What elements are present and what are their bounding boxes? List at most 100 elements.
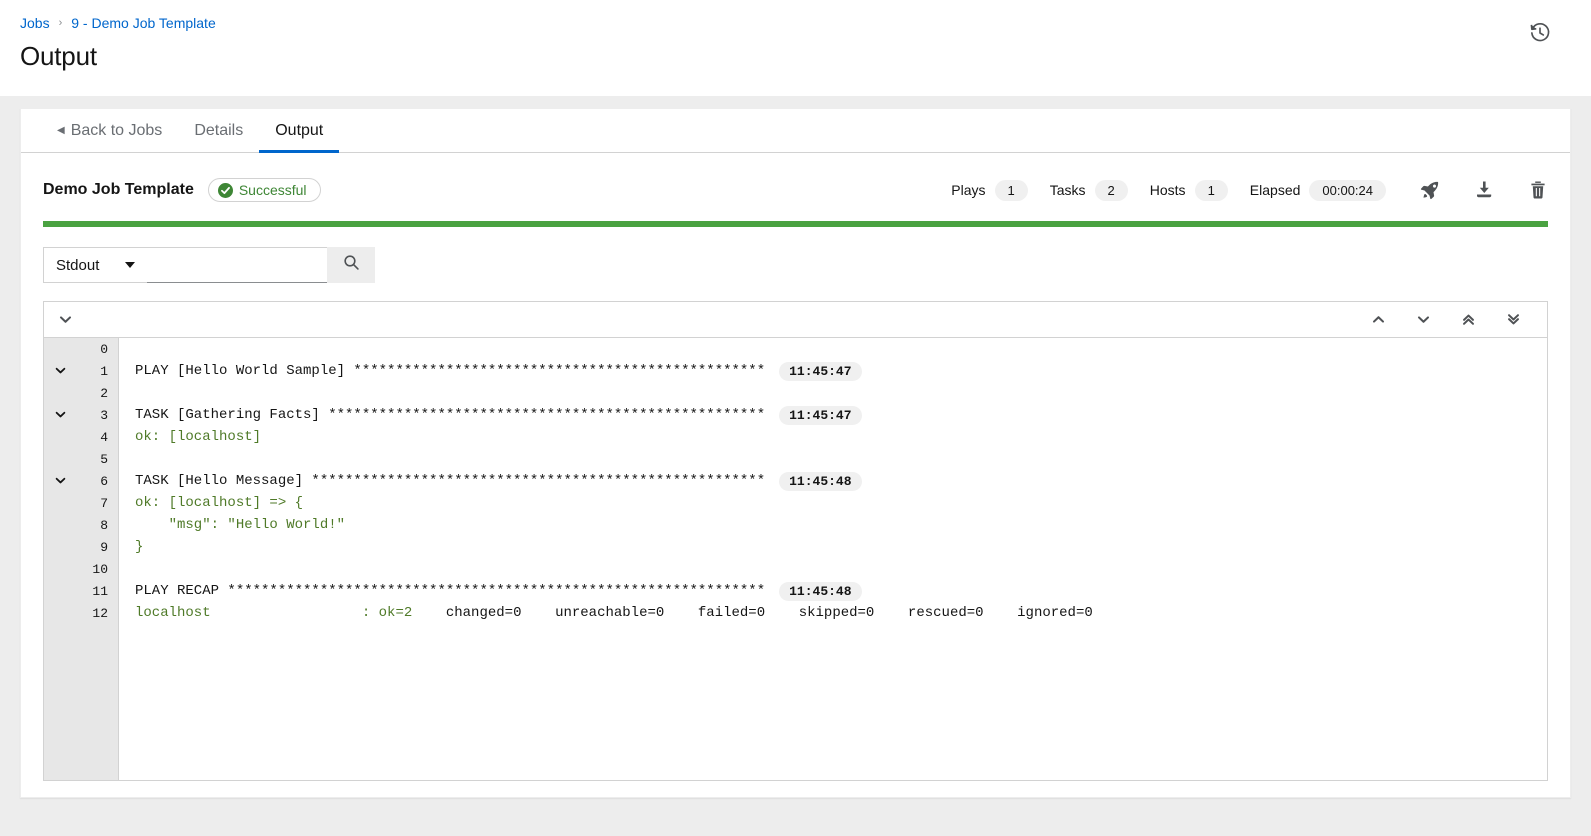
job-progress-bar xyxy=(43,221,1548,227)
line-number-label: 8 xyxy=(100,517,108,533)
status-badge-label: Successful xyxy=(238,182,307,198)
output-line-timestamp: 11:45:47 xyxy=(779,361,862,381)
recap-ok: ok=2 xyxy=(378,605,413,621)
recap-rest: changed=0 unreachable=0 failed=0 skipped… xyxy=(412,605,1093,621)
delete-icon[interactable] xyxy=(1528,180,1548,200)
line-number-label: 9 xyxy=(100,539,108,555)
stat-tasks: Tasks 2 xyxy=(1049,179,1128,201)
breadcrumb-item-jobs[interactable]: Jobs xyxy=(20,14,50,32)
line-number-label: 5 xyxy=(100,451,108,467)
output-line-text: TASK [Gathering Facts] *****************… xyxy=(135,407,766,423)
status-badge: Successful xyxy=(207,178,321,202)
stat-elapsed-value: 00:00:24 xyxy=(1309,179,1386,201)
tab-back-to-jobs-label: Back to Jobs xyxy=(70,121,163,139)
output-line-number: 4 xyxy=(44,426,118,448)
output-line-text: ok: [localhost] => { xyxy=(135,495,304,511)
output-line-text: ok: [localhost] xyxy=(135,429,262,445)
output-body: 0 1 2 3 4 5 6 7 8 9 10 11 12 PLAY [Hello World Sampl… xyxy=(44,338,1547,780)
output-line-number: 7 xyxy=(44,492,118,514)
stat-tasks-value: 2 xyxy=(1094,179,1128,201)
job-output-card: ◀ Back to Jobs Details Output Demo Job T… xyxy=(20,108,1571,798)
tab-bar: ◀ Back to Jobs Details Output xyxy=(21,109,1570,153)
stat-hosts-label: Hosts xyxy=(1149,182,1186,198)
output-line-number: 12 xyxy=(44,602,118,624)
output-line-container: PLAY [Hello World Sample] **************… xyxy=(119,338,1547,780)
stat-elapsed: Elapsed 00:00:24 xyxy=(1249,179,1386,201)
history-icon[interactable] xyxy=(1529,22,1551,44)
job-stats: Plays 1 Tasks 2 Hosts 1 Elapsed 00:00:24 xyxy=(929,179,1548,201)
scroll-first-icon[interactable] xyxy=(1461,312,1476,327)
output-line: "msg": "Hello World!" xyxy=(135,514,1547,536)
tab-details[interactable]: Details xyxy=(178,109,259,152)
stat-plays-label: Plays xyxy=(951,182,986,198)
breadcrumb: Jobs › 9 - Demo Job Template xyxy=(20,14,1571,32)
relaunch-icon[interactable] xyxy=(1420,180,1440,200)
chevron-down-icon[interactable] xyxy=(54,408,67,424)
collapse-all-button[interactable] xyxy=(58,312,73,327)
line-number-label: 4 xyxy=(100,429,108,445)
output-line-timestamp: 11:45:48 xyxy=(779,581,862,601)
output-line-number: 0 xyxy=(44,338,118,360)
output-line: } xyxy=(135,536,1547,558)
search-icon xyxy=(343,254,360,276)
tab-back-to-jobs[interactable]: ◀ Back to Jobs xyxy=(41,109,178,152)
job-summary-bar: Demo Job Template Successful Plays 1 Tas… xyxy=(21,153,1570,209)
search-input[interactable] xyxy=(147,247,327,283)
output-line-number: 1 xyxy=(44,360,118,382)
output-line-text: TASK [Hello Message] *******************… xyxy=(135,473,766,489)
output-line-timestamp: 11:45:48 xyxy=(779,471,862,491)
back-caret-icon: ◀ xyxy=(57,124,65,136)
line-number-label: 11 xyxy=(92,583,108,599)
output-type-select[interactable]: Stdout xyxy=(43,247,147,283)
chevron-down-icon xyxy=(58,312,73,327)
stat-hosts: Hosts 1 xyxy=(1149,179,1228,201)
line-number-label: 10 xyxy=(92,561,108,577)
output-line-number: 5 xyxy=(44,448,118,470)
output-line-number: 2 xyxy=(44,382,118,404)
stat-hosts-value: 1 xyxy=(1194,179,1228,201)
chevron-down-icon[interactable] xyxy=(54,474,67,490)
output-search-bar: Stdout xyxy=(43,247,1548,283)
output-line-number: 6 xyxy=(44,470,118,492)
check-circle-icon xyxy=(217,182,233,198)
output-line-text: "msg": "Hello World!" xyxy=(135,517,346,533)
line-number-label: 7 xyxy=(100,495,108,511)
job-name: Demo Job Template xyxy=(43,181,194,198)
breadcrumb-item-job[interactable]: 9 - Demo Job Template xyxy=(71,14,215,32)
output-toolbar xyxy=(44,302,1547,338)
scroll-last-icon[interactable] xyxy=(1506,312,1521,327)
output-line: TASK [Gathering Facts] *****************… xyxy=(135,404,1547,426)
line-number-label: 6 xyxy=(100,473,108,489)
output-line-number: 8 xyxy=(44,514,118,536)
output-line-number: 10 xyxy=(44,558,118,580)
chevron-down-icon[interactable] xyxy=(54,364,67,380)
output-line: TASK [Hello Message] *******************… xyxy=(135,470,1547,492)
output-pane: 0 1 2 3 4 5 6 7 8 9 10 11 12 PLAY [Hello World Sampl… xyxy=(43,301,1548,781)
breadcrumb-separator-icon: › xyxy=(58,17,63,29)
output-type-select-value: Stdout xyxy=(56,256,100,274)
output-nav-buttons xyxy=(1371,312,1535,327)
output-line-number: 11 xyxy=(44,580,118,602)
output-line-text: } xyxy=(135,539,144,555)
line-number-label: 3 xyxy=(100,407,108,423)
scroll-next-icon[interactable] xyxy=(1416,312,1431,327)
chevron-down-icon xyxy=(125,262,135,268)
line-number-label: 1 xyxy=(100,363,108,379)
stat-tasks-label: Tasks xyxy=(1049,182,1086,198)
output-line: ok: [localhost] => { xyxy=(135,492,1547,514)
output-line-text: PLAY [Hello World Sample] **************… xyxy=(135,363,766,379)
output-line: PLAY RECAP *****************************… xyxy=(135,580,1547,602)
tab-output[interactable]: Output xyxy=(259,109,340,153)
download-icon[interactable] xyxy=(1474,180,1494,200)
stat-plays-value: 1 xyxy=(994,179,1028,201)
line-number-label: 12 xyxy=(92,605,108,621)
tab-details-label: Details xyxy=(194,121,244,139)
stat-elapsed-label: Elapsed xyxy=(1249,182,1301,198)
page-title: Output xyxy=(20,41,97,71)
search-button[interactable] xyxy=(327,247,375,283)
scroll-previous-icon[interactable] xyxy=(1371,312,1386,327)
output-line: PLAY [Hello World Sample] **************… xyxy=(135,360,1547,382)
